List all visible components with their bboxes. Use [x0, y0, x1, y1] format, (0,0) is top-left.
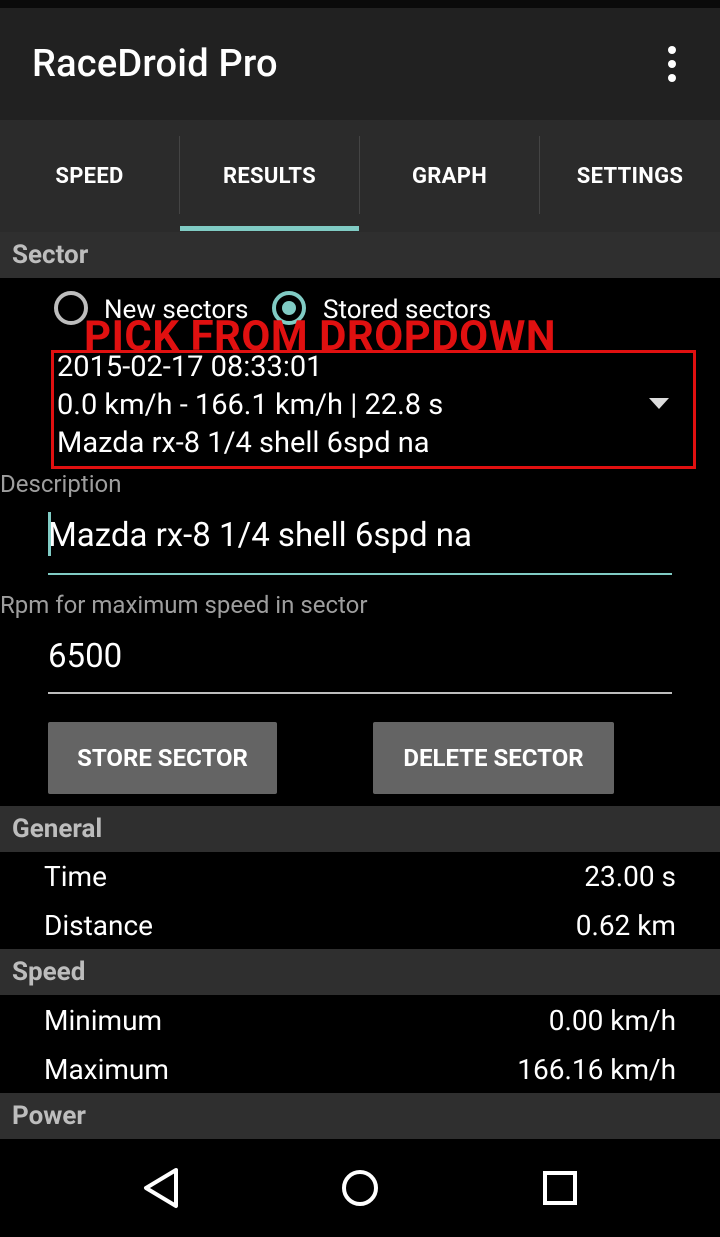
tab-speed[interactable]: SPEED — [0, 120, 179, 232]
rpm-label: Rpm for maximum speed in sector — [0, 591, 368, 619]
section-title: Power — [12, 1101, 86, 1131]
store-sector-button[interactable]: STORE SECTOR — [48, 722, 277, 794]
nav-home-icon[interactable] — [332, 1160, 388, 1216]
description-label: Description — [0, 470, 122, 498]
section-header-sector: Sector — [0, 232, 720, 278]
maximum-speed-value: 166.16 km/h — [517, 1053, 676, 1086]
section-header-speed: Speed — [0, 949, 720, 995]
distance-value: 0.62 km — [575, 909, 676, 942]
time-value: 23.00 s — [584, 860, 676, 893]
radio-new-sectors[interactable] — [54, 291, 88, 325]
section-header-power: Power — [0, 1093, 720, 1139]
section-title: General — [12, 814, 103, 844]
section-title: Speed — [12, 957, 86, 987]
description-input[interactable]: Mazda rx-8 1/4 shell 6spd na — [48, 516, 672, 555]
rpm-input[interactable]: 6500 — [48, 637, 672, 676]
tab-results[interactable]: RESULTS — [180, 120, 359, 232]
text-cursor — [48, 512, 51, 556]
annotation-text: PICK FROM DROPDOWN — [84, 312, 556, 361]
maximum-speed-label: Maximum — [44, 1053, 169, 1086]
dropdown-line-speed: 0.0 km/h - 166.1 km/h | 22.8 s — [57, 388, 444, 422]
nav-back-icon[interactable] — [132, 1160, 188, 1216]
minimum-speed-value: 0.00 km/h — [548, 1004, 676, 1037]
rpm-underline — [48, 692, 672, 694]
section-header-general: General — [0, 806, 720, 852]
app-bar: RaceDroid Pro — [0, 8, 720, 120]
tab-bar: SPEED RESULTS GRAPH SETTINGS — [0, 120, 720, 232]
nav-recents-icon[interactable] — [532, 1160, 588, 1216]
dropdown-line-description: Mazda rx-8 1/4 shell 6spd na — [57, 426, 430, 460]
minimum-speed-label: Minimum — [44, 1004, 163, 1037]
description-underline — [48, 573, 672, 575]
tab-graph[interactable]: GRAPH — [360, 120, 539, 232]
section-title: Sector — [12, 240, 89, 270]
time-label: Time — [44, 860, 107, 893]
status-bar — [0, 0, 720, 8]
tab-settings[interactable]: SETTINGS — [540, 120, 720, 232]
overflow-menu-icon[interactable] — [658, 44, 686, 84]
app-title: RaceDroid Pro — [32, 42, 278, 86]
delete-sector-button[interactable]: DELETE SECTOR — [373, 722, 614, 794]
distance-label: Distance — [44, 909, 153, 942]
dropdown-caret-icon — [649, 398, 669, 409]
tab-selected-indicator — [180, 226, 359, 231]
